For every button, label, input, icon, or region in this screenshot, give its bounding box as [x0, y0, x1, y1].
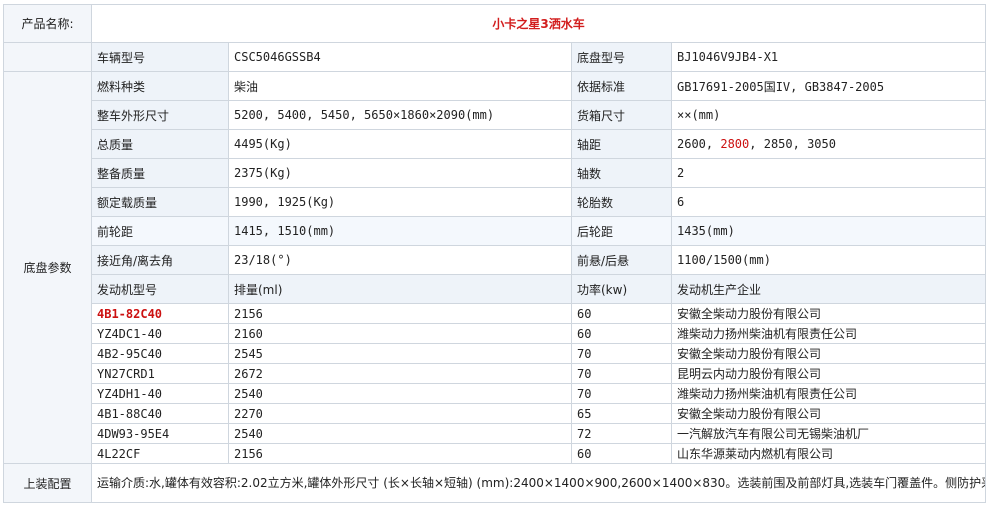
param-label: 依据标准 — [571, 71, 672, 101]
engine-model: 4DW93-95E4 — [91, 423, 229, 444]
engine-power: 70 — [571, 343, 672, 364]
engine-power-header: 功率(kw) — [571, 274, 672, 304]
param-value: 1415, 1510(mm) — [228, 216, 572, 246]
param-value: 6 — [670, 187, 987, 217]
param-label: 轮胎数 — [571, 187, 672, 217]
param-value: 2375(Kg) — [228, 158, 572, 188]
param-label: 前悬/后悬 — [571, 245, 672, 275]
product-name-label: 产品名称: — [3, 4, 92, 43]
param-value: GB17691-2005国IV, GB3847-2005 — [670, 71, 987, 101]
engine-power: 60 — [571, 443, 672, 464]
wheelbase-highlight: 2800 — [720, 137, 750, 151]
engine-displacement: 2540 — [228, 383, 572, 404]
vehicle-model-label: 车辆型号 — [91, 42, 229, 72]
engine-model: YZ4DH1-40 — [91, 383, 229, 404]
engine-power: 60 — [571, 323, 672, 344]
param-label: 额定载质量 — [91, 187, 229, 217]
engine-power: 60 — [571, 303, 672, 324]
param-label: 整备质量 — [91, 158, 229, 188]
param-label: 整车外形尺寸 — [91, 100, 229, 130]
param-label: 轴数 — [571, 158, 672, 188]
vehicle-model-value: CSC5046GSSB4 — [228, 42, 572, 72]
engine-maker: 安徽全柴动力股份有限公司 — [670, 303, 987, 324]
engine-maker: 安徽全柴动力股份有限公司 — [670, 343, 987, 364]
engine-maker: 山东华源莱动内燃机有限公司 — [670, 443, 987, 464]
param-label: 货箱尺寸 — [571, 100, 672, 130]
chassis-model-label: 底盘型号 — [571, 42, 672, 72]
param-value: 2 — [670, 158, 987, 188]
engine-maker-header: 发动机生产企业 — [670, 274, 987, 304]
engine-model: 4B2-95C40 — [91, 343, 229, 364]
engine-maker: 潍柴动力扬州柴油机有限责任公司 — [670, 383, 987, 404]
engine-maker: 安徽全柴动力股份有限公司 — [670, 403, 987, 424]
engine-power: 70 — [571, 383, 672, 404]
engine-displacement: 2156 — [228, 303, 572, 324]
engine-model-header: 发动机型号 — [91, 274, 229, 304]
engine-displacement: 2270 — [228, 403, 572, 424]
chassis-section-label: 底盘参数 — [3, 71, 92, 464]
param-label: 前轮距 — [91, 216, 229, 246]
engine-model: 4L22CF — [91, 443, 229, 464]
engine-displacement: 2160 — [228, 323, 572, 344]
engine-model: 4B1-88C40 — [91, 403, 229, 424]
wheelbase-part: 2600, — [677, 137, 721, 151]
chassis-model-value: BJ1046V9JB4-X1 — [670, 42, 987, 72]
param-value: 1435(mm) — [670, 216, 987, 246]
param-label: 总质量 — [91, 129, 229, 159]
param-value: 5200, 5400, 5450, 5650×1860×2090(mm) — [228, 100, 572, 130]
engine-displacement: 2545 — [228, 343, 572, 364]
engine-maker: 昆明云内动力股份有限公司 — [670, 363, 987, 384]
param-label: 接近角/离去角 — [91, 245, 229, 275]
engine-displacement: 2672 — [228, 363, 572, 384]
engine-power: 72 — [571, 423, 672, 444]
equipment-text: 运输介质:水,罐体有效容积:2.02立方米,罐体外形尺寸 (长×长轴×短轴) (… — [90, 463, 987, 503]
wheelbase-value: 2600, 2800, 2850, 3050 — [670, 129, 987, 159]
param-value: 23/18(°) — [228, 245, 572, 275]
param-value: 柴油 — [228, 71, 572, 101]
param-value: ××(mm) — [670, 100, 987, 130]
param-value: 4495(Kg) — [228, 129, 572, 159]
engine-maker: 潍柴动力扬州柴油机有限责任公司 — [670, 323, 987, 344]
param-value: 1990, 1925(Kg) — [228, 187, 572, 217]
param-label: 燃料种类 — [91, 71, 229, 101]
engine-model: YN27CRD1 — [91, 363, 229, 384]
spec-table: 产品名称: 小卡之星3洒水车 车辆型号 CSC5046GSSB4 底盘型号 BJ… — [3, 4, 987, 503]
equipment-label: 上装配置 — [3, 463, 92, 503]
param-label: 轴距 — [571, 129, 672, 159]
param-label: 后轮距 — [571, 216, 672, 246]
wheelbase-part: , 2850, 3050 — [749, 137, 836, 151]
engine-power: 70 — [571, 363, 672, 384]
engine-maker: 一汽解放汽车有限公司无锡柴油机厂 — [670, 423, 987, 444]
engine-displacement: 2156 — [228, 443, 572, 464]
param-value: 1100/1500(mm) — [670, 245, 987, 275]
engine-model: YZ4DC1-40 — [91, 323, 229, 344]
engine-power: 65 — [571, 403, 672, 424]
engine-displacement-header: 排量(ml) — [228, 274, 572, 304]
engine-displacement: 2540 — [228, 423, 572, 444]
engine-model: 4B1-82C40 — [91, 303, 229, 324]
blank-cell — [3, 42, 92, 72]
product-name: 小卡之星3洒水车 — [90, 4, 987, 43]
